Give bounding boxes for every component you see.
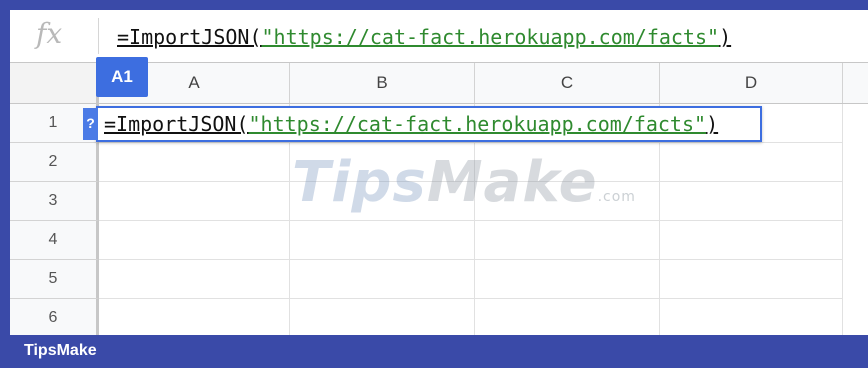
formula-close: ) <box>719 25 732 49</box>
cell-d4[interactable] <box>660 221 843 260</box>
cell-c4[interactable] <box>475 221 660 260</box>
cell-a3[interactable] <box>99 182 290 221</box>
cell-editor[interactable]: ? =ImportJSON("https://cat-fact.herokuap… <box>83 106 762 142</box>
cell-c5[interactable] <box>475 260 660 299</box>
spreadsheet-window: fx =ImportJSON("https://cat-fact.herokua… <box>10 10 868 335</box>
watermark-com: .com <box>597 189 636 205</box>
formula-bar-divider <box>98 18 99 54</box>
footer-banner: TipsMake <box>0 335 868 368</box>
cell-d2[interactable] <box>660 143 843 182</box>
formula-help-icon[interactable]: ? <box>83 108 98 140</box>
editor-formula-function: =ImportJSON( <box>104 112 249 136</box>
cell-c6[interactable] <box>475 299 660 335</box>
row-header-4[interactable]: 4 <box>10 221 99 260</box>
cell-a4[interactable] <box>99 221 290 260</box>
row-header-2[interactable]: 2 <box>10 143 99 182</box>
column-header-d[interactable]: D <box>660 63 843 103</box>
footer-brand-label: TipsMake <box>24 342 97 359</box>
formula-string: "https://cat-fact.herokuapp.com/facts" <box>261 25 720 49</box>
editor-formula-string: "https://cat-fact.herokuapp.com/facts" <box>248 112 707 136</box>
column-header-b[interactable]: B <box>290 63 475 103</box>
cell-b5[interactable] <box>290 260 475 299</box>
formula-input[interactable]: =ImportJSON("https://cat-fact.herokuapp.… <box>117 22 731 52</box>
row-header-6[interactable]: 6 <box>10 299 99 335</box>
watermark-logo: TipsMake.com <box>292 150 636 215</box>
cell-editor-input[interactable]: =ImportJSON("https://cat-fact.herokuapp.… <box>104 108 718 140</box>
formula-function: =ImportJSON( <box>117 25 262 49</box>
cell-a5[interactable] <box>99 260 290 299</box>
cell-a6[interactable] <box>99 299 290 335</box>
cell-d5[interactable] <box>660 260 843 299</box>
select-all-corner[interactable] <box>10 63 99 103</box>
cell-d3[interactable] <box>660 182 843 221</box>
watermark-tips: Tips <box>292 150 427 215</box>
row-header-5[interactable]: 5 <box>10 260 99 299</box>
fx-icon: fx <box>36 17 63 50</box>
column-header-c[interactable]: C <box>475 63 660 103</box>
cell-b4[interactable] <box>290 221 475 260</box>
row-header-3[interactable]: 3 <box>10 182 99 221</box>
name-box[interactable]: A1 <box>96 57 148 97</box>
cell-b6[interactable] <box>290 299 475 335</box>
cell-a2[interactable] <box>99 143 290 182</box>
formula-bar[interactable]: fx =ImportJSON("https://cat-fact.herokua… <box>10 10 868 63</box>
editor-formula-close: ) <box>706 112 719 136</box>
cell-d6[interactable] <box>660 299 843 335</box>
watermark-make: Make <box>426 150 598 215</box>
